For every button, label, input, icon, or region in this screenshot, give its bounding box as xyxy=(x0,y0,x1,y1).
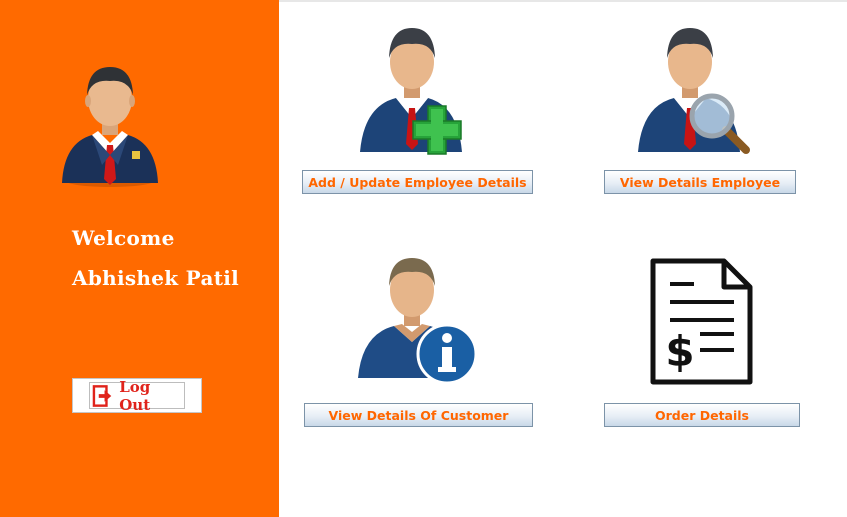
logout-icon xyxy=(92,384,112,407)
user-avatar-icon xyxy=(62,67,158,187)
logout-button[interactable]: Log Out xyxy=(72,378,202,414)
logout-label: Log Out xyxy=(119,377,151,414)
view-customer-button[interactable]: View Details Of Customer xyxy=(304,403,533,427)
add-update-employee-button[interactable]: Add / Update Employee Details xyxy=(302,170,533,194)
sidebar: Welcome Abhishek Patil Log Out xyxy=(0,0,279,517)
invoice-dollar-icon[interactable]: $ xyxy=(646,256,756,388)
welcome-text: Welcome xyxy=(72,226,175,250)
order-details-button[interactable]: Order Details xyxy=(604,403,800,427)
view-employee-button[interactable]: View Details Employee xyxy=(604,170,796,194)
logout-button-inner[interactable]: Log Out xyxy=(89,378,185,414)
svg-text:$: $ xyxy=(665,327,694,376)
customer-info-icon[interactable] xyxy=(352,254,482,388)
employee-search-icon[interactable] xyxy=(628,22,758,156)
employee-add-icon[interactable] xyxy=(350,22,480,156)
user-name: Abhishek Patil xyxy=(72,266,240,290)
